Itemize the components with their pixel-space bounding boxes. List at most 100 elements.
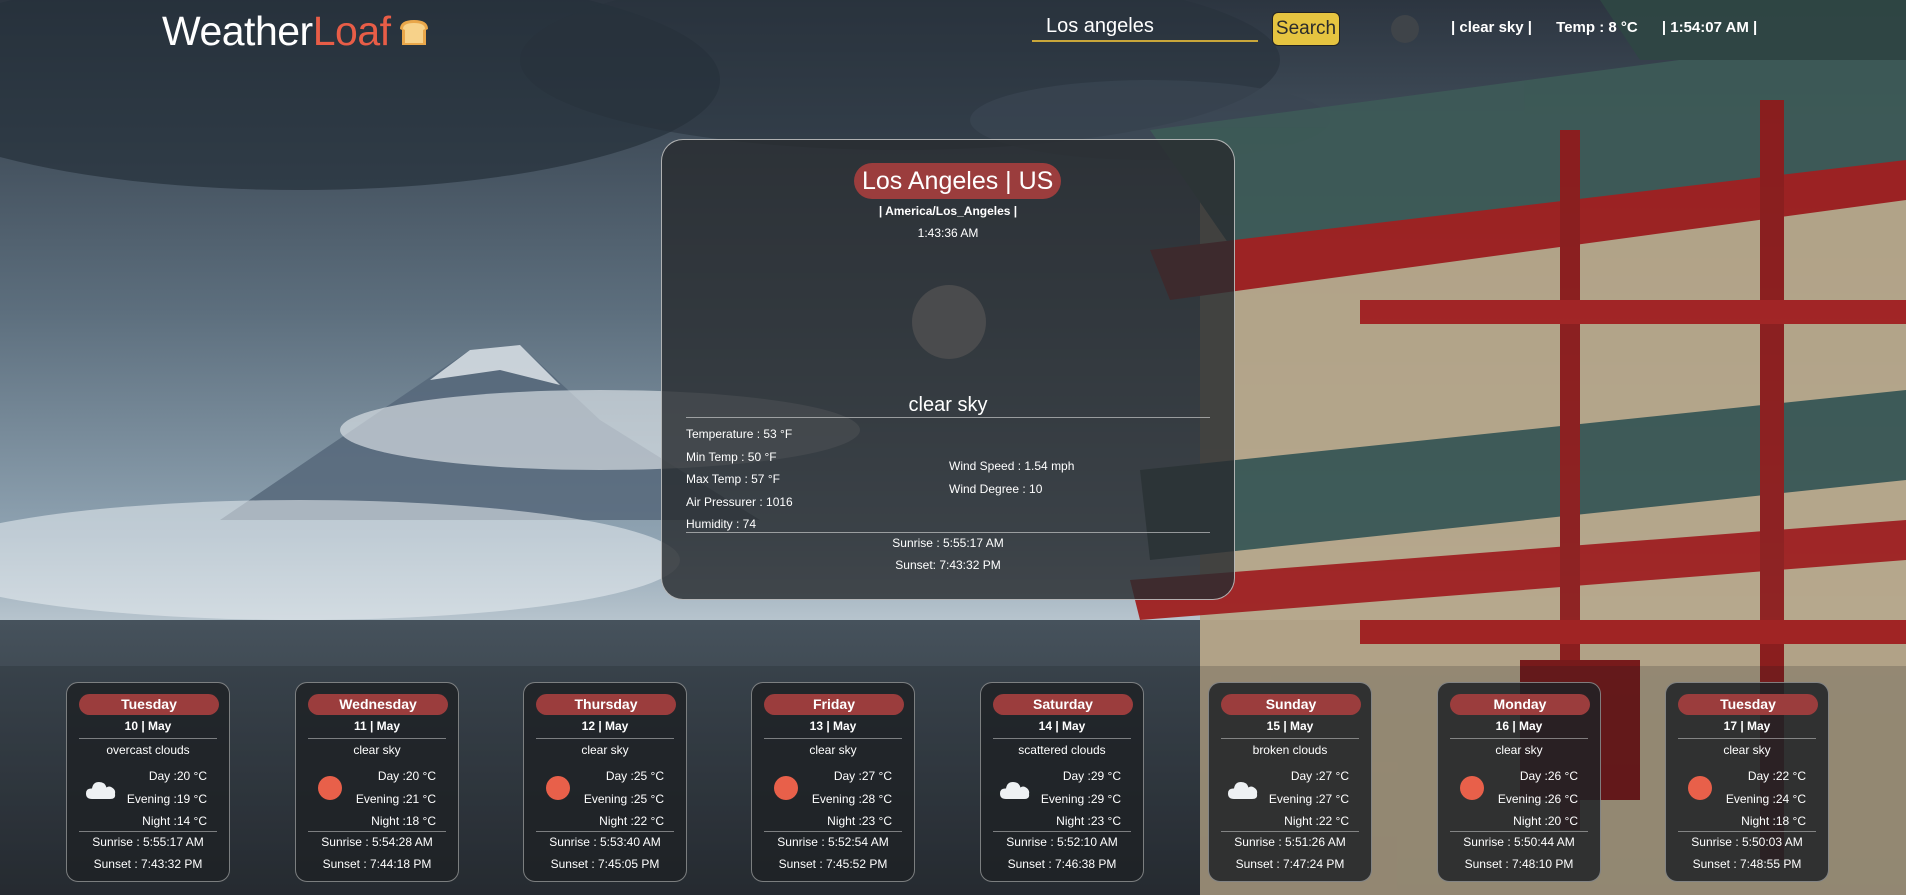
forecast-temps: Day :20 °C Evening :19 °C Night :14 °C xyxy=(127,765,207,833)
forecast-description: clear sky xyxy=(581,743,629,757)
logo-text-weather: Weather xyxy=(162,8,313,54)
forecast-temps: Day :25 °C Evening :25 °C Night :22 °C xyxy=(584,765,664,833)
temperature-stat: Temperature : 53 °F xyxy=(686,427,793,441)
forecast-card: Wednesday 11 | May clear sky Day :20 °C Even… xyxy=(295,682,459,882)
search-field[interactable] xyxy=(1032,12,1258,42)
forecast-description: clear sky xyxy=(809,743,857,757)
forecast-card: Monday 16 | May clear sky Day :26 °C Evening… xyxy=(1437,682,1601,882)
forecast-date: 13 | May xyxy=(809,719,857,733)
forecast-sunset: Sunset : 7:48:10 PM xyxy=(1464,857,1574,871)
status-temperature: Temp : 8 °C xyxy=(1556,19,1638,36)
forecast-card: Tuesday 17 | May clear sky Day :22 °C Evenin… xyxy=(1665,682,1829,882)
cloud-icon xyxy=(1227,779,1258,805)
sunrise-time: Sunrise : 5:55:17 AM xyxy=(892,536,1004,550)
divider xyxy=(1678,738,1816,739)
forecast-temps: Day :26 °C Evening :26 °C Night :20 °C xyxy=(1498,765,1578,833)
forecast-night-temp: Night :23 °C xyxy=(827,814,892,828)
forecast-evening-temp: Evening :26 °C xyxy=(1497,791,1578,806)
forecast-evening-temp: Evening :24 °C xyxy=(1725,791,1806,806)
forecast-date: 10 | May xyxy=(124,719,172,733)
forecast-day: Thursday xyxy=(536,694,676,715)
forecast-date: 12 | May xyxy=(581,719,629,733)
forecast-sunset: Sunset : 7:46:38 PM xyxy=(1007,857,1117,871)
forecast-evening-temp: Evening :25 °C xyxy=(583,791,664,806)
forecast-day: Sunday xyxy=(1221,694,1361,715)
current-weather-card: Los Angeles | US | America/Los_Angeles |… xyxy=(661,139,1235,600)
divider xyxy=(1678,831,1816,832)
sunset-time: Sunset: 7:43:32 PM xyxy=(895,558,1001,572)
divider xyxy=(993,831,1131,832)
app-logo[interactable]: WeatherLoaf xyxy=(162,8,431,55)
sun-icon xyxy=(318,776,342,800)
forecast-date: 15 | May xyxy=(1266,719,1314,733)
search-button[interactable]: Search xyxy=(1272,12,1340,46)
forecast-description: broken clouds xyxy=(1252,743,1328,757)
forecast-day-temp: Day :20 °C xyxy=(148,769,207,783)
forecast-sunset: Sunset : 7:44:18 PM xyxy=(322,857,432,871)
divider xyxy=(1221,738,1359,739)
forecast-day-temp: Day :29 °C xyxy=(1062,769,1121,783)
header-status: | clear sky | Temp : 8 °C | 1:54:07 AM | xyxy=(1451,19,1777,36)
wind-degree-stat: Wind Degree : 10 xyxy=(949,482,1043,496)
forecast-description: overcast clouds xyxy=(106,743,190,757)
weather-icon xyxy=(912,285,986,359)
forecast-day-temp: Day :22 °C xyxy=(1747,769,1806,783)
sun-icon xyxy=(774,776,798,800)
forecast-night-temp: Night :18 °C xyxy=(1741,814,1806,828)
forecast-day: Monday xyxy=(1450,694,1590,715)
forecast-day: Saturday xyxy=(993,694,1133,715)
cloud-icon xyxy=(85,779,116,805)
forecast-date: 17 | May xyxy=(1723,719,1771,733)
sun-icon xyxy=(1688,776,1712,800)
timezone-label: | America/Los_Angeles | xyxy=(878,204,1018,218)
divider xyxy=(993,738,1131,739)
forecast-sunrise: Sunrise : 5:52:54 AM xyxy=(777,835,889,849)
forecast-temps: Day :27 °C Evening :27 °C Night :22 °C xyxy=(1269,765,1349,833)
forecast-day: Tuesday xyxy=(1678,694,1818,715)
forecast-evening-temp: Evening :29 °C xyxy=(1040,791,1121,806)
forecast-description: clear sky xyxy=(1723,743,1771,757)
divider xyxy=(308,738,446,739)
forecast-day-temp: Day :27 °C xyxy=(833,769,892,783)
divider xyxy=(308,831,446,832)
forecast-night-temp: Night :22 °C xyxy=(1284,814,1349,828)
min-temp-stat: Min Temp : 50 °F xyxy=(686,449,777,464)
forecast-temps: Day :29 °C Evening :29 °C Night :23 °C xyxy=(1041,765,1121,833)
forecast-sunset: Sunset : 7:45:52 PM xyxy=(778,857,888,871)
city-title: Los Angeles | US xyxy=(854,163,1062,199)
divider xyxy=(686,417,1210,418)
forecast-card: Tuesday 10 | May overcast clouds Day :20 °C… xyxy=(66,682,230,882)
forecast-date: 11 | May xyxy=(353,719,401,733)
forecast-night-temp: Night :14 °C xyxy=(142,814,207,828)
forecast-day-temp: Day :25 °C xyxy=(605,769,664,783)
forecast-description: scattered clouds xyxy=(1018,743,1106,757)
divider xyxy=(686,532,1210,533)
divider xyxy=(536,831,674,832)
forecast-evening-temp: Evening :27 °C xyxy=(1268,791,1349,806)
forecast-temps: Day :27 °C Evening :28 °C Night :23 °C xyxy=(812,765,892,833)
divider xyxy=(79,831,217,832)
forecast-description: clear sky xyxy=(1495,743,1543,757)
forecast-card: Thursday 12 | May clear sky Day :25 °C Eveni… xyxy=(523,682,687,882)
forecast-sunset: Sunset : 7:43:32 PM xyxy=(93,857,203,871)
forecast-date: 14 | May xyxy=(1038,719,1086,733)
divider xyxy=(79,738,217,739)
forecast-evening-temp: Evening :19 °C xyxy=(126,791,207,806)
forecast-strip xyxy=(0,666,1906,895)
status-time: | 1:54:07 AM | xyxy=(1661,19,1758,36)
search-input[interactable] xyxy=(1032,12,1258,40)
divider xyxy=(764,738,902,739)
forecast-sunrise: Sunrise : 5:50:03 AM xyxy=(1691,835,1803,849)
forecast-night-temp: Night :18 °C xyxy=(371,814,436,828)
cloud-icon xyxy=(999,779,1030,805)
weather-description: clear sky xyxy=(908,394,988,416)
forecast-sunset: Sunset : 7:47:24 PM xyxy=(1235,857,1345,871)
forecast-day-temp: Day :26 °C xyxy=(1519,769,1578,783)
local-time: 1:43:36 AM xyxy=(917,226,979,240)
max-temp-stat: Max Temp : 57 °F xyxy=(686,472,780,486)
forecast-card: Saturday 14 | May scattered clouds Day :29 … xyxy=(980,682,1144,882)
forecast-day-temp: Day :27 °C xyxy=(1290,769,1349,783)
forecast-sunset: Sunset : 7:48:55 PM xyxy=(1692,857,1802,871)
forecast-card: Friday 13 | May clear sky Day :27 °C Evening… xyxy=(751,682,915,882)
forecast-sunrise: Sunrise : 5:53:40 AM xyxy=(549,835,661,849)
